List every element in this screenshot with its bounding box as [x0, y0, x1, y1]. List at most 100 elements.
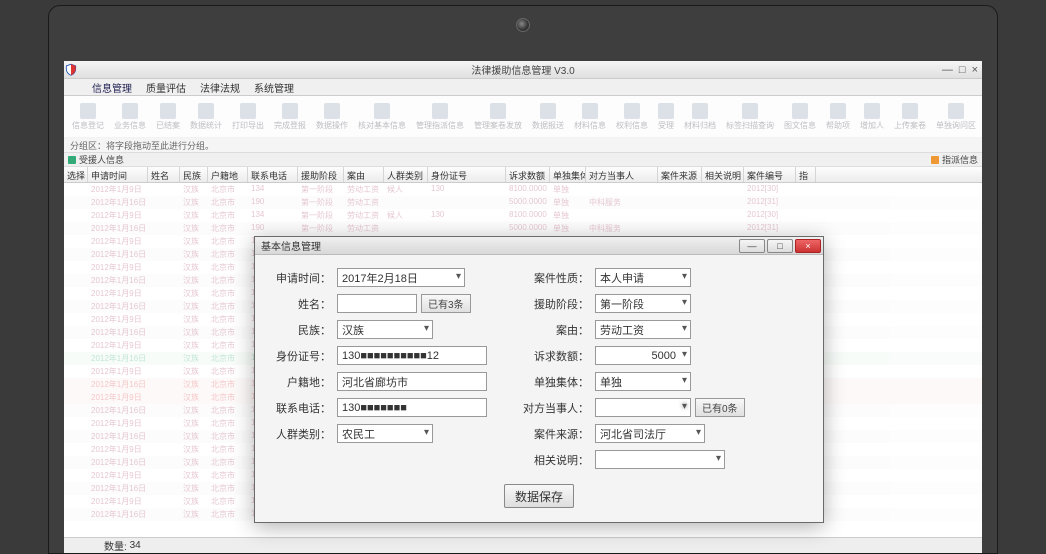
toolbar-button[interactable]: 业务信息: [114, 103, 146, 131]
label-phase: 援助阶段：: [517, 296, 589, 312]
input-phone[interactable]: 130■■■■■■■: [337, 398, 487, 417]
input-idno[interactable]: 130■■■■■■■■■■12: [337, 346, 487, 365]
column-header[interactable]: 身份证号: [428, 167, 506, 182]
toolbar-button[interactable]: 管理案卷发放: [474, 103, 522, 131]
menu-info[interactable]: 信息管理: [92, 80, 132, 95]
toolbar-button[interactable]: 权利信息: [616, 103, 648, 131]
toolbar-button[interactable]: 标签扫描查询: [726, 103, 774, 131]
app-shield-icon: [64, 63, 78, 77]
column-header[interactable]: 姓名: [148, 167, 180, 182]
input-apply-time[interactable]: 2017年2月18日: [337, 268, 465, 287]
label-ethnic: 民族：: [269, 322, 331, 338]
input-phase[interactable]: 第一阶段: [595, 294, 691, 313]
label-cause: 案由：: [517, 322, 589, 338]
input-remark[interactable]: [595, 450, 725, 469]
table-row[interactable]: 2012年1月9日汉族北京市134第一阶段劳动工资候人1308100.0000单…: [64, 209, 982, 222]
modal-max-button[interactable]: □: [767, 239, 793, 253]
column-header[interactable]: 申请时间: [88, 167, 148, 182]
column-header[interactable]: 指: [796, 167, 816, 182]
group-bar: 分组区：将字段拖动至此进行分组。: [64, 138, 982, 153]
assign-section-label: 指派信息: [942, 153, 978, 166]
button-opponent-count[interactable]: 已有0条: [695, 398, 745, 417]
toolbar-button[interactable]: 材料信息: [574, 103, 606, 131]
toolbar-button[interactable]: 上传案卷: [894, 103, 926, 131]
input-cause[interactable]: 劳动工资: [595, 320, 691, 339]
toolbar-button[interactable]: 打印导出: [232, 103, 264, 131]
footer: 数量: 34: [64, 537, 982, 553]
label-single: 单独集体：: [517, 374, 589, 390]
toolbar-button[interactable]: 单独询问区: [936, 103, 976, 131]
label-crowd: 人群类别：: [269, 426, 331, 442]
menu-system[interactable]: 系统管理: [254, 80, 294, 95]
column-header[interactable]: 诉求数额: [506, 167, 550, 182]
toolbar-button[interactable]: 管理指派信息: [416, 103, 464, 131]
modal-min-button[interactable]: —: [739, 239, 765, 253]
toolbar-button[interactable]: 核对基本信息: [358, 103, 406, 131]
column-header[interactable]: 案由: [344, 167, 384, 182]
label-nature: 案件性质：: [517, 270, 589, 286]
toolbar-button[interactable]: 信息登记: [72, 103, 104, 131]
toolbar-button[interactable]: 数据报送: [532, 103, 564, 131]
table-row[interactable]: 2012年1月16日汉族北京市190第一阶段劳动工资5000.0000单独中科服…: [64, 196, 982, 209]
toolbar-button[interactable]: 受理: [658, 103, 674, 131]
column-header[interactable]: 户籍地: [208, 167, 248, 182]
label-phone: 联系电话：: [269, 400, 331, 416]
label-hukou: 户籍地：: [269, 374, 331, 390]
menu-law[interactable]: 法律法规: [200, 80, 240, 95]
toolbar: 信息登记业务信息已结案数据统计打印导出完成登报数据操作核对基本信息管理指派信息管…: [64, 96, 982, 138]
input-nature[interactable]: 本人申请: [595, 268, 691, 287]
toolbar-button[interactable]: 材料归档: [684, 103, 716, 131]
person-section-label: 受援人信息: [79, 153, 124, 166]
column-header[interactable]: 案件来源: [658, 167, 702, 182]
menubar: 信息管理 质量评估 法律法规 系统管理: [64, 79, 982, 96]
column-header[interactable]: 单独集体: [550, 167, 586, 182]
toolbar-button[interactable]: 图文信息: [784, 103, 816, 131]
input-crowd[interactable]: 农民工: [337, 424, 433, 443]
table-row[interactable]: 2012年1月16日汉族北京市190第一阶段劳动工资5000.0000单独中科服…: [64, 222, 982, 235]
column-header[interactable]: 民族: [180, 167, 208, 182]
column-header[interactable]: 联系电话: [248, 167, 298, 182]
table-header: 选择申请时间姓名民族户籍地联系电话援助阶段案由人群类别身份证号诉求数额单独集体对…: [64, 167, 982, 183]
table-row[interactable]: 2012年1月9日汉族北京市134第一阶段劳动工资候人1308100.0000单…: [64, 183, 982, 196]
label-remark: 相关说明：: [517, 452, 589, 468]
window-title: 法律援助信息管理 V3.0: [471, 62, 574, 77]
input-ethnic[interactable]: 汉族: [337, 320, 433, 339]
menu-quality[interactable]: 质量评估: [146, 80, 186, 95]
input-name[interactable]: [337, 294, 417, 313]
section-header: 受援人信息 指派信息: [64, 153, 982, 167]
toolbar-button[interactable]: 已结案: [156, 103, 180, 131]
toolbar-button[interactable]: 帮助项: [826, 103, 850, 131]
window-close-button[interactable]: ×: [972, 64, 978, 76]
column-header[interactable]: 相关说明: [702, 167, 744, 182]
column-header[interactable]: 人群类别: [384, 167, 428, 182]
window-max-button[interactable]: □: [959, 64, 966, 76]
column-header[interactable]: 对方当事人: [586, 167, 658, 182]
label-idno: 身份证号：: [269, 348, 331, 364]
assign-section-icon: [931, 156, 939, 164]
input-hukou[interactable]: 河北省廊坊市: [337, 372, 487, 391]
button-name-count[interactable]: 已有3条: [421, 294, 471, 313]
camera-dot: [516, 18, 530, 32]
input-source[interactable]: 河北省司法厅: [595, 424, 705, 443]
toolbar-button[interactable]: 增加人: [860, 103, 884, 131]
toolbar-button[interactable]: 数据操作: [316, 103, 348, 131]
person-section-icon: [68, 156, 76, 164]
window-titlebar: 法律援助信息管理 V3.0 — □ ×: [64, 61, 982, 79]
label-name: 姓名：: [269, 296, 331, 312]
modal-close-button[interactable]: ×: [795, 239, 821, 253]
toolbar-button[interactable]: 数据统计: [190, 103, 222, 131]
window-min-button[interactable]: —: [942, 64, 953, 76]
input-amount[interactable]: 5000: [595, 346, 691, 365]
input-single[interactable]: 单独: [595, 372, 691, 391]
input-opponent[interactable]: [595, 398, 691, 417]
label-apply-time: 申请时间：: [269, 270, 331, 286]
toolbar-button[interactable]: 完成登报: [274, 103, 306, 131]
label-opponent: 对方当事人：: [517, 400, 589, 416]
column-header[interactable]: 案件编号: [744, 167, 796, 182]
column-header[interactable]: 援助阶段: [298, 167, 344, 182]
count-label: 数量:: [104, 538, 127, 553]
save-button[interactable]: 数据保存: [504, 484, 574, 508]
column-header[interactable]: 选择: [64, 167, 88, 182]
modal-basic-info: 基本信息管理 — □ × 申请时间： 2017年2月18日: [254, 236, 824, 523]
label-source: 案件来源：: [517, 426, 589, 442]
